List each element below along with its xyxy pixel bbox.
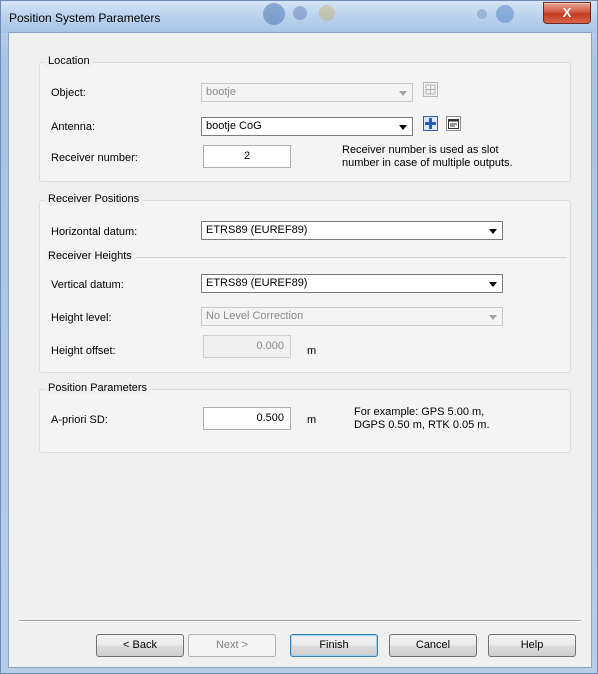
next-button[interactable]: Next > bbox=[188, 634, 276, 657]
horizontal-datum-value: ETRS89 (EUREF89) bbox=[206, 224, 308, 236]
chevron-down-icon bbox=[399, 91, 407, 96]
help-button[interactable]: Help bbox=[488, 634, 576, 657]
height-offset-label: Height offset: bbox=[51, 345, 116, 357]
antenna-value: bootje CoG bbox=[206, 120, 262, 132]
object-value: bootje bbox=[206, 86, 236, 98]
vertical-datum-select[interactable]: ETRS89 (EUREF89) bbox=[201, 274, 503, 293]
chevron-down-icon bbox=[489, 229, 497, 234]
chevron-down-icon bbox=[489, 282, 497, 287]
chevron-down-icon bbox=[489, 315, 497, 320]
height-level-select[interactable]: No Level Correction bbox=[201, 307, 503, 326]
vertical-datum-label: Vertical datum: bbox=[51, 279, 124, 291]
footer-separator bbox=[19, 620, 581, 622]
dialog-window: Position System Parameters X Location Ob… bbox=[0, 0, 598, 674]
height-level-label: Height level: bbox=[51, 312, 112, 324]
receiver-positions-heading: Receiver Positions bbox=[45, 193, 143, 205]
finish-button[interactable]: Finish bbox=[290, 634, 378, 657]
horizontal-datum-select[interactable]: ETRS89 (EUREF89) bbox=[201, 221, 503, 240]
receiver-note: Receiver number is used as slot number i… bbox=[342, 144, 513, 170]
grid-select-icon[interactable] bbox=[423, 82, 438, 97]
apriori-example-note: For example: GPS 5.00 m, DGPS 0.50 m, RT… bbox=[354, 406, 490, 432]
antenna-label: Antenna: bbox=[51, 121, 96, 133]
vertical-datum-value: ETRS89 (EUREF89) bbox=[206, 277, 308, 289]
properties-icon[interactable] bbox=[446, 116, 461, 131]
receiver-note-line: Receiver number is used as slot bbox=[342, 144, 499, 156]
height-level-value: No Level Correction bbox=[206, 310, 304, 322]
chevron-down-icon bbox=[399, 125, 407, 130]
apriori-sd-input[interactable]: 0.500 bbox=[203, 407, 291, 430]
titlebar-decoration bbox=[496, 5, 514, 23]
close-button[interactable]: X bbox=[543, 2, 591, 24]
title-bar[interactable]: Position System Parameters X bbox=[1, 1, 597, 33]
height-offset-unit: m bbox=[307, 345, 317, 357]
titlebar-decoration bbox=[319, 5, 335, 21]
titlebar-decoration bbox=[477, 9, 487, 19]
object-select[interactable]: bootje bbox=[201, 83, 413, 102]
receiver-number-label: Receiver number: bbox=[51, 152, 138, 164]
close-icon: X bbox=[562, 5, 572, 20]
cancel-button[interactable]: Cancel bbox=[389, 634, 477, 657]
titlebar-decoration bbox=[263, 3, 285, 25]
add-plus-icon[interactable] bbox=[423, 116, 438, 131]
apriori-example-line: For example: GPS 5.00 m, bbox=[354, 406, 485, 418]
apriori-sd-label: A-priori SD: bbox=[51, 414, 108, 426]
receiver-number-input[interactable]: 2 bbox=[203, 145, 291, 168]
height-offset-input[interactable]: 0.000 bbox=[203, 335, 291, 358]
antenna-select[interactable]: bootje CoG bbox=[201, 117, 413, 136]
receiver-note-line: number in case of multiple outputs. bbox=[342, 157, 513, 169]
back-button[interactable]: < Back bbox=[96, 634, 184, 657]
titlebar-decoration bbox=[293, 6, 307, 20]
apriori-example-line: DGPS 0.50 m, RTK 0.05 m. bbox=[354, 419, 490, 431]
dialog-client-area: Location Object: bootje Antenna: bootje … bbox=[8, 32, 592, 668]
horizontal-datum-label: Horizontal datum: bbox=[51, 226, 138, 238]
location-heading: Location bbox=[45, 55, 93, 67]
position-parameters-group bbox=[39, 389, 571, 453]
receiver-heights-heading: Receiver Heights bbox=[45, 250, 135, 262]
object-label: Object: bbox=[51, 87, 86, 99]
window-title: Position System Parameters bbox=[9, 11, 161, 25]
position-parameters-heading: Position Parameters bbox=[45, 382, 151, 394]
apriori-sd-unit: m bbox=[307, 414, 317, 426]
